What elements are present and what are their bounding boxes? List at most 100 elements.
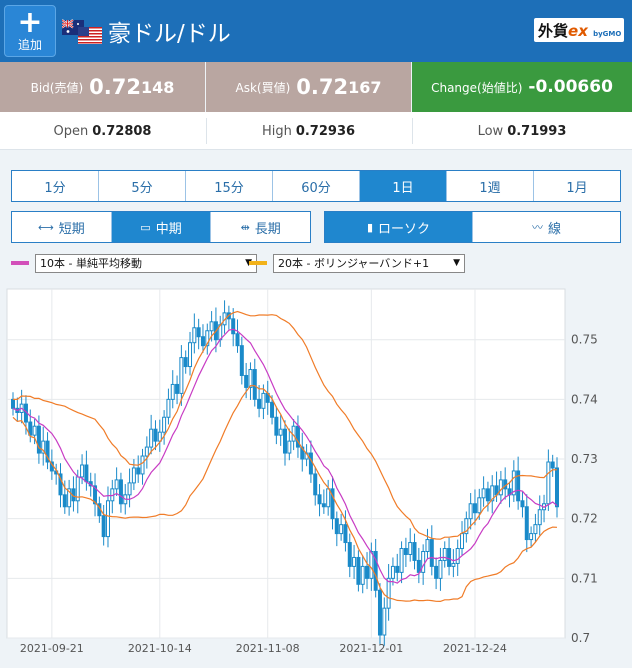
price-chart[interactable]: 0.75 0.74 0.73 0.72 0.71 0.7 2021-09-21 2021-10… — [5, 287, 632, 668]
high-value: 0.72936 — [295, 123, 356, 139]
candle-body — [278, 428, 283, 436]
y-tick-label: 0.75 — [571, 333, 598, 347]
candlestick-chart-svg: 0.75 0.74 0.73 0.72 0.71 0.7 2021-09-21 2021-10… — [6, 288, 598, 655]
high-label: High — [261, 123, 292, 139]
candle-body — [520, 500, 525, 508]
plus-icon: + — [17, 5, 43, 40]
candle-body — [481, 488, 486, 499]
candle-body — [455, 548, 460, 564]
candle-body — [529, 533, 534, 541]
tab-period-0[interactable]: 1分 — [12, 171, 99, 201]
aud-usd-flag-icon — [62, 19, 102, 44]
candle-body — [270, 401, 275, 418]
term-button-1[interactable]: ▭ 中期 — [111, 212, 212, 242]
open-cell: Open 0.72808 — [0, 112, 205, 150]
candle-body — [356, 556, 361, 585]
candle-body — [136, 467, 141, 475]
candle-body — [196, 327, 201, 338]
candle-body — [162, 416, 167, 433]
candle-body — [369, 550, 374, 579]
tab-period-2[interactable]: 15分 — [186, 171, 273, 201]
candle-body — [248, 369, 253, 388]
term-2-icon: ⇹ — [240, 220, 250, 234]
candle-body — [317, 494, 322, 505]
chart-type-1-icon: 〰 — [531, 221, 543, 234]
candle-body — [283, 428, 287, 454]
term-button-0[interactable]: ⟷ 短期 — [12, 212, 112, 242]
change-quote: Change(始値比) -0.00660 — [412, 62, 632, 112]
candle-body — [382, 607, 387, 636]
y-tick-label: 0.7 — [571, 631, 590, 645]
candle-body — [149, 428, 154, 448]
candle-body — [114, 479, 119, 490]
candle-body — [533, 524, 538, 535]
candle-body — [192, 327, 197, 344]
add-button[interactable]: + 追加 — [4, 5, 56, 57]
bid-value-main: 0.72 — [89, 75, 141, 99]
candle-body — [261, 392, 266, 409]
x-tick-label: 2021-10-14 — [128, 642, 192, 655]
candle-body — [326, 488, 331, 508]
candle-body — [175, 383, 180, 394]
indicator-1-select[interactable]: 10本 - 単純平均移動▼ — [35, 253, 257, 273]
ask-value-sub: 167 — [348, 77, 382, 97]
candle-body — [231, 318, 236, 335]
candle-body — [550, 461, 555, 469]
tab-period-3[interactable]: 60分 — [273, 171, 360, 201]
candle-body — [244, 375, 249, 388]
candle-body — [131, 467, 136, 484]
ohl-row: Open 0.72808 High 0.72936 Low 0.71993 — [0, 112, 632, 150]
tab-period-6[interactable]: 1月 — [534, 171, 620, 201]
app-header: + 追加 豪ドル/ドル 外貨ex byGMO — [0, 0, 632, 62]
candle-body — [468, 503, 473, 520]
candle-body — [472, 503, 477, 514]
candle-body — [188, 342, 193, 368]
low-label: Low — [477, 123, 504, 139]
brand-logo: 外貨ex byGMO — [534, 18, 624, 42]
candle-body — [386, 577, 391, 609]
candle-body — [313, 473, 318, 496]
indicator-2-select[interactable]: 20本 - ボリンジャーバンド+1 ▼ — [273, 253, 465, 273]
candle-body — [105, 500, 110, 538]
candle-body — [62, 494, 67, 508]
add-button-label: 追加 — [17, 38, 42, 52]
chart-type-button-0[interactable]: ▮ ローソク — [325, 212, 473, 242]
term-label: 中期 — [155, 221, 182, 237]
indicator-1: 10本 - 単純平均移動▼ — [11, 253, 257, 273]
ask-label: Ask(買値) — [235, 80, 291, 95]
candle-body — [321, 503, 326, 508]
candle-body — [365, 565, 370, 579]
x-tick-label: 2021-12-01 — [339, 642, 403, 655]
tab-period-1[interactable]: 5分 — [99, 171, 186, 201]
term-button-2[interactable]: ⇹ 長期 — [211, 212, 310, 242]
candle-body — [408, 542, 413, 555]
tab-period-4[interactable]: 1日 — [360, 171, 447, 201]
indicator-2-color-swatch — [249, 261, 267, 265]
bid-quote[interactable]: Bid(売値) 0.72 148 — [0, 62, 205, 112]
candle-body — [421, 550, 426, 573]
candle-body — [11, 398, 15, 409]
candle-body — [80, 464, 85, 478]
candle-body — [257, 398, 262, 409]
candle-body — [360, 565, 365, 585]
x-tick-label: 2021-12-24 — [443, 642, 507, 655]
period-tabs: 1分 5分 15分 60分 1日 1週 1月 — [11, 170, 621, 202]
tab-period-5[interactable]: 1週 — [447, 171, 534, 201]
chart-type-button-1[interactable]: 〰線 — [473, 212, 620, 242]
candle-body — [252, 369, 257, 400]
open-value: 0.72808 — [92, 123, 152, 139]
candle-body — [239, 345, 244, 377]
candle-body — [127, 482, 132, 496]
candle-body — [200, 336, 205, 347]
term-label: 長期 — [254, 221, 281, 237]
chart-type-label: ローソク — [378, 221, 431, 237]
low-cell: Low 0.71993 — [412, 112, 632, 150]
bid-value-sub: 148 — [140, 77, 175, 97]
term-selector: ⟷ 短期 ▭ 中期 ⇹ 長期 — [11, 211, 311, 243]
ask-quote[interactable]: Ask(買値) 0.72 167 — [206, 62, 411, 112]
candle-body — [118, 479, 123, 505]
candle-body — [403, 548, 408, 555]
candle-body — [166, 398, 171, 418]
chart-type-label: 線 — [547, 221, 561, 237]
candle-body — [498, 479, 503, 496]
